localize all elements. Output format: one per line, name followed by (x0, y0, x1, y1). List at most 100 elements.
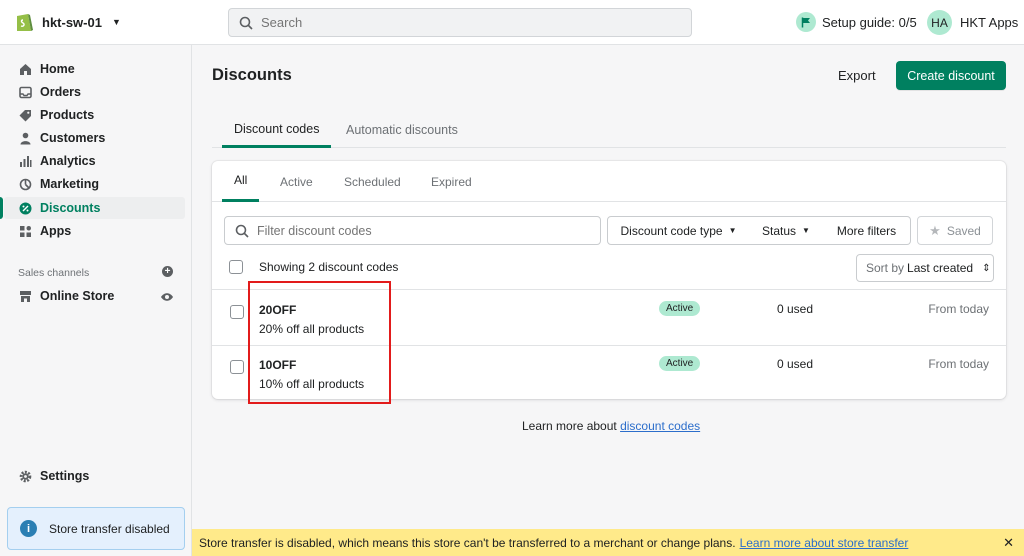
tab-scheduled[interactable]: Scheduled (344, 161, 401, 202)
setup-guide-button[interactable]: Setup guide: 0/5 (796, 12, 917, 32)
sidebar-item-label: Orders (40, 85, 81, 99)
tab-expired[interactable]: Expired (431, 161, 472, 202)
eye-icon[interactable] (160, 290, 174, 305)
sidebar-item-marketing[interactable]: Marketing (4, 173, 185, 195)
sales-channels-label: Sales channels (18, 267, 90, 279)
close-icon[interactable]: ✕ (1003, 535, 1014, 551)
setup-guide-label: Setup guide: 0/5 (822, 14, 917, 30)
sidebar-item-apps[interactable]: Apps (4, 220, 185, 242)
discount-code-type-button[interactable]: Discount code type ▼ (607, 216, 750, 245)
active-period: From today (928, 357, 989, 371)
status-badge: Active (659, 356, 701, 371)
discount-codes-link[interactable]: discount codes (620, 419, 700, 433)
store-transfer-banner: Store transfer is disabled, which means … (192, 529, 1024, 556)
analytics-icon (18, 154, 32, 168)
store-transfer-text: Store transfer disabled (49, 521, 170, 536)
sidebar-item-label: Discounts (40, 201, 101, 215)
sidebar-item-customers[interactable]: Customers (4, 127, 185, 149)
status-filter-button[interactable]: Status ▼ (749, 216, 824, 245)
store-icon (18, 289, 32, 303)
tab-label: Expired (431, 174, 472, 189)
store-name: hkt-sw-01 (42, 14, 102, 30)
customers-icon (18, 131, 32, 145)
tab-all[interactable]: All (222, 161, 260, 202)
filter-tabs: All Active Scheduled Expired (212, 161, 1006, 202)
filter-field[interactable] (224, 216, 601, 245)
home-icon (18, 62, 32, 76)
gear-icon (18, 469, 32, 483)
page-title: Discounts (212, 66, 292, 84)
sidebar-item-online-store[interactable]: Online Store (4, 285, 185, 307)
highlight-box (248, 281, 391, 404)
apps-icon (18, 224, 32, 238)
tab-label: Active (280, 174, 313, 189)
banner-text: Store transfer is disabled, which means … (199, 535, 736, 550)
caret-down-icon: ▼ (802, 226, 810, 235)
sort-value: Last created (907, 261, 974, 275)
tab-label: Automatic discounts (346, 123, 458, 137)
filter-input[interactable] (257, 223, 587, 238)
showing-count: Showing 2 discount codes (259, 260, 399, 274)
add-channel-icon[interactable]: + (162, 266, 173, 277)
flag-icon (796, 12, 816, 32)
account-menu[interactable]: HA HKT Apps (927, 10, 1018, 35)
orders-icon (18, 85, 32, 99)
sidebar-item-label: Products (40, 108, 95, 122)
create-discount-button[interactable]: Create discount (896, 61, 1006, 90)
sidebar-item-discounts[interactable]: Discounts (4, 197, 185, 219)
shopify-logo-icon (17, 14, 33, 31)
sidebar-item-label: Online Store (40, 289, 115, 303)
sidebar-item-label: Customers (40, 131, 106, 145)
sidebar-item-label: Home (40, 62, 75, 76)
account-name: HKT Apps (960, 15, 1019, 30)
sort-arrows-icon: ⇕ (982, 262, 991, 274)
main-tabs: Discount codes Automatic discounts (212, 112, 1006, 148)
sidebar-item-label: Apps (40, 224, 72, 238)
sidebar-item-orders[interactable]: Orders (4, 81, 185, 103)
saved-button[interactable]: ★ Saved (917, 216, 993, 245)
sidebar-item-analytics[interactable]: Analytics (4, 150, 185, 172)
top-bar: hkt-sw-01 ▼ Setup guide: 0/5 HA HKT Apps (0, 0, 1024, 45)
sidebar-item-settings[interactable]: Settings (4, 465, 185, 487)
caret-down-icon: ▼ (728, 226, 737, 235)
more-filters-button[interactable]: More filters (823, 216, 911, 245)
row-checkbox[interactable] (230, 360, 244, 374)
tab-label: Discount codes (234, 121, 320, 136)
sidebar-item-label: Marketing (40, 177, 100, 191)
search-input[interactable] (261, 15, 661, 30)
star-icon: ★ (929, 222, 941, 238)
active-period: From today (928, 302, 989, 316)
button-label: Status (762, 223, 797, 238)
learn-more: Learn more about discount codes (522, 419, 700, 433)
export-button[interactable]: Export (828, 61, 886, 90)
sort-select[interactable]: Sort by Last created ⇕ (856, 254, 994, 282)
usage-count: 0 used (777, 357, 814, 371)
store-transfer-notice: i Store transfer disabled (7, 507, 185, 550)
sidebar-item-label: Analytics (40, 154, 96, 168)
sidebar: Home Orders Products Customers Analytics… (0, 45, 192, 556)
usage-count: 0 used (777, 302, 814, 316)
button-label: More filters (836, 223, 897, 238)
sidebar-item-home[interactable]: Home (4, 58, 185, 80)
tab-label: All (234, 173, 248, 187)
products-icon (18, 108, 32, 122)
search-icon (239, 16, 253, 30)
tab-automatic-discounts[interactable]: Automatic discounts (346, 112, 458, 148)
learn-more-text: Learn more about (522, 419, 617, 433)
discounts-icon (18, 201, 32, 215)
tab-active[interactable]: Active (280, 161, 313, 202)
tab-discount-codes[interactable]: Discount codes (222, 112, 332, 148)
active-indicator (0, 197, 3, 219)
select-all-checkbox[interactable] (229, 260, 243, 274)
status-badge: Active (659, 301, 701, 316)
search-icon (235, 224, 249, 238)
banner-link[interactable]: Learn more about store transfer (740, 536, 909, 550)
sidebar-item-products[interactable]: Products (4, 104, 185, 126)
button-label: Discount code type (620, 223, 723, 238)
caret-down-icon: ▼ (111, 17, 121, 27)
search-bar[interactable] (228, 8, 692, 37)
store-switcher[interactable]: hkt-sw-01 ▼ (14, 11, 121, 33)
row-checkbox[interactable] (230, 305, 244, 319)
sort-prefix: Sort by (866, 261, 905, 275)
button-label: Saved (946, 223, 981, 238)
